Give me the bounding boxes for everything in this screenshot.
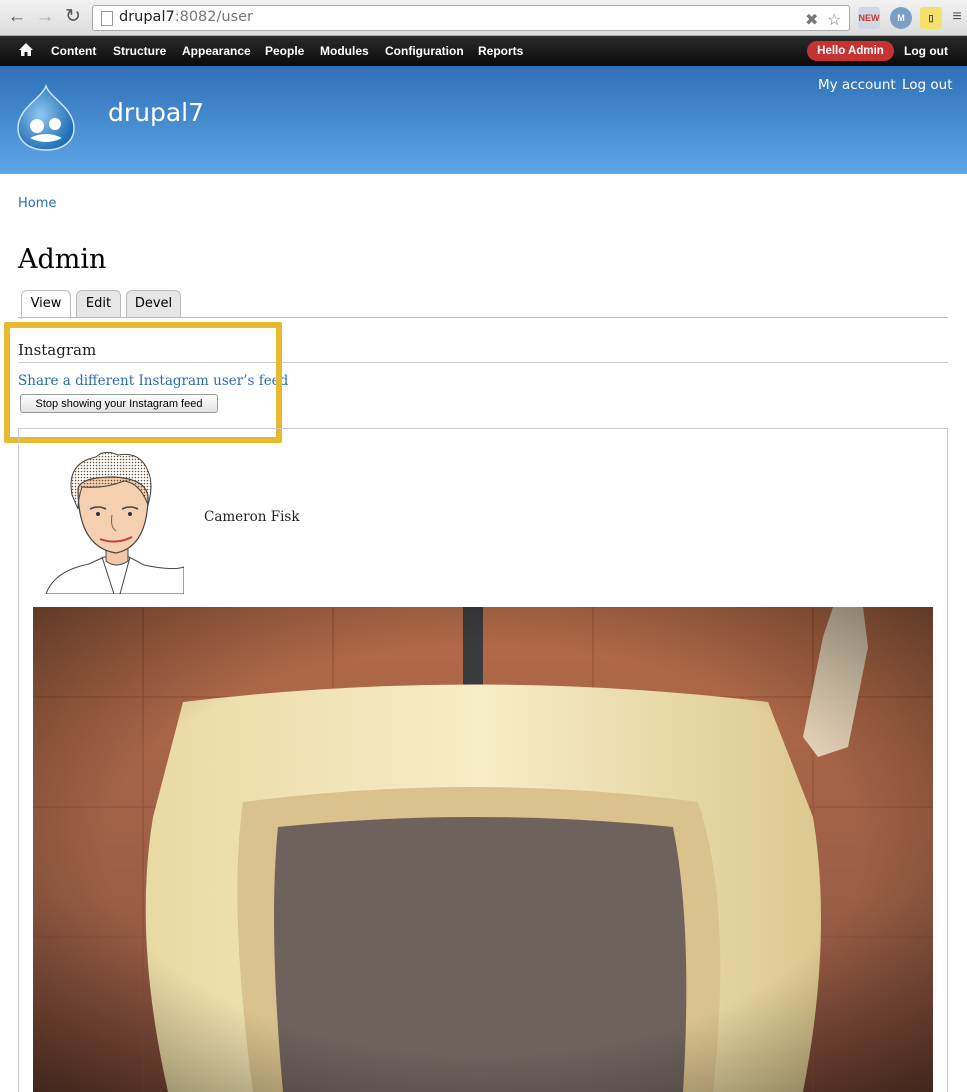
extension-m-icon[interactable]: M: [890, 7, 912, 29]
home-icon[interactable]: [18, 42, 34, 58]
page-title: Admin: [18, 244, 107, 275]
highlight-box: [4, 322, 282, 443]
site-name[interactable]: drupal7: [108, 98, 204, 127]
page-icon: [101, 11, 113, 26]
back-icon[interactable]: ←: [6, 6, 28, 28]
toolbar-people[interactable]: People: [265, 44, 304, 58]
forward-icon[interactable]: →: [34, 6, 56, 28]
feed-user-name[interactable]: Cameron Fisk: [204, 509, 300, 525]
tab-edit[interactable]: Edit: [76, 290, 121, 318]
tabs-divider: [18, 317, 948, 318]
address-bar[interactable]: drupal7:8082/user ✖ ☆: [92, 5, 850, 31]
browser-chrome: ← → ↻ drupal7:8082/user ✖ ☆ NEW M ▯ ≡: [0, 0, 967, 36]
tab-view[interactable]: View: [21, 290, 71, 319]
cookie-blocked-icon[interactable]: ✖: [805, 10, 818, 30]
hello-user-badge[interactable]: Hello Admin: [807, 41, 894, 61]
breadcrumb[interactable]: Home: [18, 196, 56, 211]
user-avatar[interactable]: [44, 449, 184, 594]
bookmark-star-icon[interactable]: ☆: [827, 10, 841, 30]
extension-phone-icon[interactable]: ▯: [920, 7, 942, 29]
toolbar-modules[interactable]: Modules: [320, 44, 369, 58]
reload-icon[interactable]: ↻: [62, 6, 84, 28]
extension-new-icon[interactable]: NEW: [858, 7, 880, 29]
tab-devel[interactable]: Devel: [126, 290, 181, 318]
toolbar-structure[interactable]: Structure: [113, 44, 166, 58]
drupal-logo-icon[interactable]: [16, 84, 76, 152]
admin-toolbar: Content Structure Appearance People Modu…: [0, 36, 967, 66]
instagram-photo[interactable]: [33, 607, 933, 1092]
header-logout-link[interactable]: Log out: [902, 77, 953, 93]
toolbar-configuration[interactable]: Configuration: [385, 44, 464, 58]
url-text[interactable]: drupal7:8082/user: [119, 9, 253, 25]
toolbar-appearance[interactable]: Appearance: [182, 44, 251, 58]
toolbar-content[interactable]: Content: [51, 44, 96, 58]
my-account-link[interactable]: My account: [818, 77, 896, 93]
site-header: drupal7 My account Log out: [0, 66, 967, 174]
toolbar-logout[interactable]: Log out: [904, 44, 948, 58]
toolbar-reports[interactable]: Reports: [478, 44, 523, 58]
menu-icon[interactable]: ≡: [948, 6, 966, 28]
